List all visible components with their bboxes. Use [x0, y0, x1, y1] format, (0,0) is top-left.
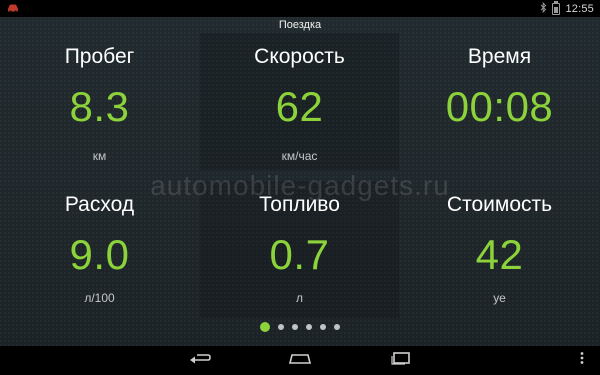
overflow-menu-icon: [580, 351, 584, 370]
cost-tile: Стоимость 42 уе: [400, 33, 599, 305]
car-app-icon: [6, 2, 20, 14]
back-icon: [188, 351, 212, 370]
page-dot[interactable]: [334, 324, 340, 330]
consumption-value: 9.0: [69, 231, 130, 278]
speed-unit: км/час: [281, 149, 318, 163]
page-title: Поездка: [278, 19, 322, 31]
consumption-label: Расход: [64, 193, 135, 216]
fuel-unit: л: [295, 291, 303, 305]
page-dot[interactable]: [320, 324, 326, 330]
cost-label: Стоимость: [446, 193, 553, 216]
consumption-unit: л/100: [84, 291, 115, 305]
status-icons: 12:55: [540, 0, 594, 17]
recents-button[interactable]: [381, 350, 421, 371]
home-button[interactable]: [280, 350, 320, 371]
speed-tile: Скорость 62 км/час: [200, 33, 399, 170]
status-clock: 12:55: [565, 2, 594, 15]
back-button[interactable]: [180, 350, 220, 371]
fuel-value: 0.7: [269, 231, 330, 278]
page-dot[interactable]: [306, 324, 312, 330]
cost-unit: уе: [493, 291, 506, 305]
recents-icon: [390, 351, 412, 370]
home-icon: [287, 351, 313, 370]
fuel-tile: Топливо 0.7 л: [200, 181, 399, 318]
speed-label: Скорость: [254, 45, 345, 68]
status-bar: 12:55: [0, 0, 600, 17]
consumption-tile: Расход 9.0 л/100: [0, 33, 199, 305]
trip-screen: 12:55 Поездка Пробег 8.3 км Скорость 62 …: [0, 0, 600, 375]
page-dot[interactable]: [278, 324, 284, 330]
page-dot-active[interactable]: [260, 322, 270, 332]
overflow-menu-button[interactable]: [572, 350, 592, 371]
bluetooth-icon: [540, 1, 547, 16]
page-indicator: [0, 322, 600, 332]
battery-icon: [552, 0, 561, 15]
page-dot[interactable]: [292, 324, 298, 330]
fuel-label: Топливо: [259, 193, 340, 216]
navigation-bar: [0, 346, 600, 375]
speed-value: 62: [275, 83, 324, 130]
metrics-grid: Пробег 8.3 км Скорость 62 км/час Время 0…: [0, 33, 600, 318]
cost-value: 42: [475, 231, 524, 278]
